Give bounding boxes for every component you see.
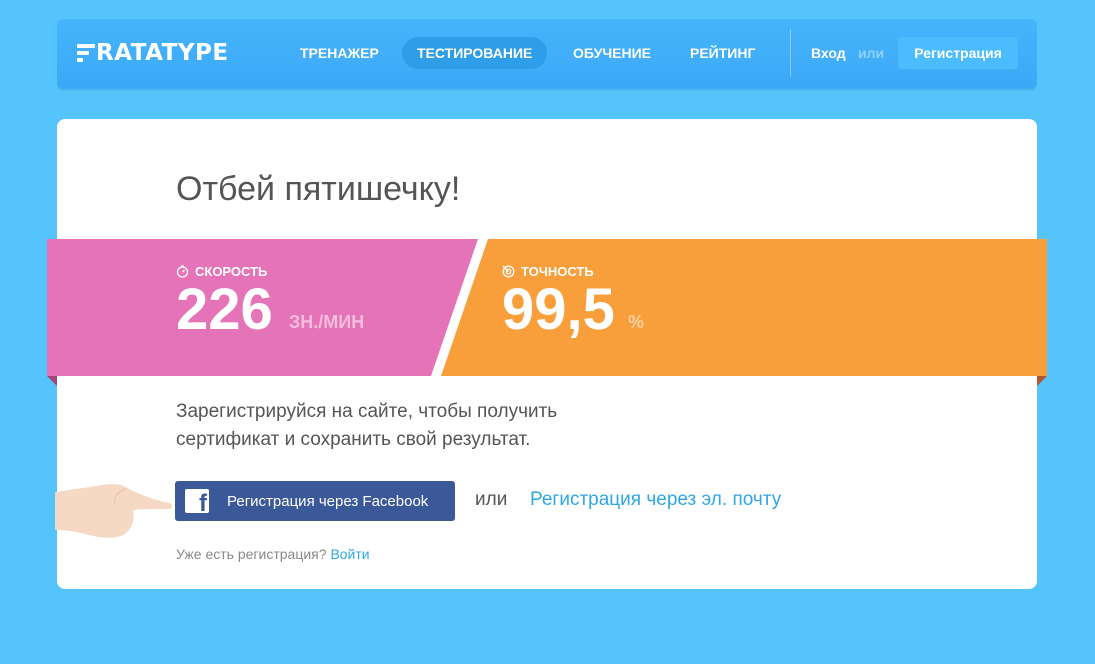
nav-learning[interactable]: Обучение [558, 37, 666, 69]
facebook-icon: f [185, 489, 209, 513]
description-line-2: сертификат и сохранить свой результат. [176, 429, 531, 450]
email-signup-link[interactable]: Регистрация через эл. почту [530, 489, 781, 511]
signin-link[interactable]: Войти [330, 546, 369, 562]
speed-unit: ЗН./МИН [289, 312, 365, 332]
result-title: Отбей пятишечку! [176, 170, 461, 208]
nav-trainer[interactable]: Тренажер [285, 37, 394, 69]
signup-description: Зарегистрируйся на сайте, чтобы получить… [176, 398, 646, 454]
already-registered: Уже есть регистрация? Войти [176, 546, 370, 562]
login-link[interactable]: Вход [811, 45, 846, 61]
facebook-signup-label: Регистрация через Facebook [227, 492, 429, 510]
already-registered-text: Уже есть регистрация? [176, 546, 327, 562]
speed-value: 226 [176, 277, 273, 342]
pointing-hand-icon [55, 483, 172, 538]
description-line-1: Зарегистрируйся на сайте, чтобы получить [176, 401, 558, 422]
register-button[interactable]: Регистрация [898, 37, 1018, 70]
nav-divider [790, 29, 791, 77]
accuracy-unit: % [628, 312, 645, 332]
nav-testing[interactable]: Тестирование [402, 37, 548, 69]
logo-stripes-icon [77, 43, 95, 63]
logo-text: RATATYPE [96, 40, 229, 66]
or-text: или [858, 45, 885, 61]
accuracy-value: 99,5 [502, 277, 615, 342]
ratatype-logo[interactable]: RATATYPE [77, 40, 229, 66]
facebook-signup-button[interactable]: f Регистрация через Facebook [175, 481, 455, 521]
or-text-middle: или [475, 489, 508, 510]
top-navbar: RATATYPE Тренажер Тестирование Обучение … [57, 19, 1037, 89]
nav-rating[interactable]: Рейтинг [675, 37, 770, 69]
ribbon-fold-left [47, 376, 57, 386]
ribbon-fold-right [1037, 376, 1047, 386]
